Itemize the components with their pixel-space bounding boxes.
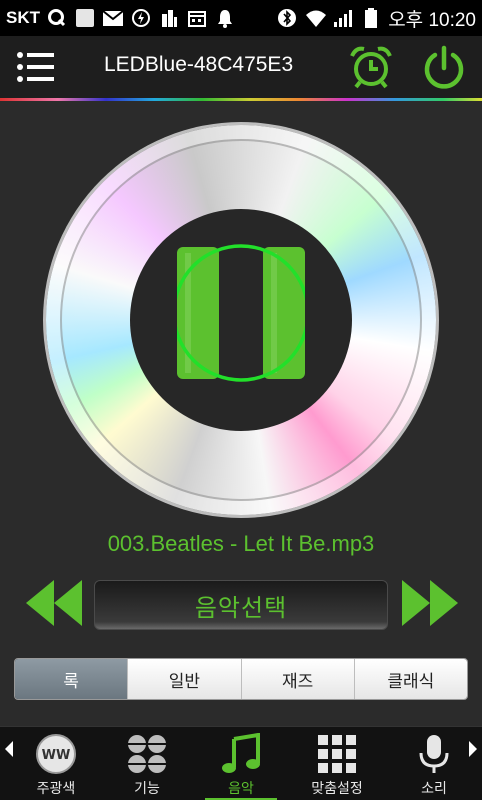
building-icon xyxy=(158,7,180,29)
nav-label: 음악 xyxy=(228,781,254,797)
pause-button[interactable] xyxy=(172,243,310,383)
alarm-button[interactable] xyxy=(348,44,394,90)
power-icon xyxy=(424,45,464,89)
battery-icon xyxy=(360,7,382,29)
battery-saver-icon xyxy=(130,7,152,29)
alarm-clock-icon xyxy=(350,46,392,89)
next-track-button[interactable] xyxy=(402,580,458,626)
bell-icon xyxy=(214,7,236,29)
previous-track-button[interactable] xyxy=(26,580,82,626)
q-app-icon xyxy=(46,7,68,29)
genre-label: 록 xyxy=(63,671,79,692)
notification-square-icon xyxy=(74,7,96,29)
rewind-icon xyxy=(26,580,82,626)
nav-item-custom-settings[interactable]: 맞춤설정 xyxy=(291,727,383,800)
fast-forward-icon xyxy=(402,580,458,626)
mail-icon xyxy=(102,7,124,29)
nav-item-sound[interactable]: 소리 xyxy=(388,727,480,800)
music-player-panel: 003.Beatles - Let It Be.mp3 음악선택 록 일반 재즈… xyxy=(0,101,482,726)
ww-icon: WW xyxy=(35,733,77,775)
app-header: LEDBlue-48C475E3 xyxy=(0,36,482,98)
bluetooth-icon xyxy=(276,7,298,29)
nav-label: 소리 xyxy=(421,781,447,797)
nav-item-daylight[interactable]: WW 주광색 xyxy=(10,727,102,800)
nav-item-function[interactable]: 기능 xyxy=(101,727,193,800)
pause-icon xyxy=(172,244,310,382)
select-music-button[interactable]: 음악선택 xyxy=(94,580,388,630)
clock-time: 오후 10:20 xyxy=(388,9,476,31)
power-button[interactable] xyxy=(420,44,468,92)
microphone-icon xyxy=(413,733,455,775)
nav-label: 맞춤설정 xyxy=(311,781,363,797)
list-menu-icon xyxy=(17,52,54,82)
nav-item-music[interactable]: 음악 xyxy=(195,727,287,800)
genre-segmented-control: 록 일반 재즈 클래식 xyxy=(14,658,468,700)
custom-grid-icon xyxy=(316,733,358,775)
genre-label: 일반 xyxy=(168,671,201,692)
cd-disc xyxy=(46,125,436,515)
genre-label: 재즈 xyxy=(281,671,314,692)
function-grid-icon xyxy=(126,733,168,775)
nav-label: 기능 xyxy=(134,781,160,797)
track-name: 003.Beatles - Let It Be.mp3 xyxy=(107,531,375,556)
ww-badge-text: WW xyxy=(42,748,71,763)
music-note-icon xyxy=(220,733,262,775)
scroll-right-arrow-icon[interactable] xyxy=(467,739,479,759)
menu-button[interactable] xyxy=(16,50,56,84)
bottom-navigation: WW 주광색 기능 음악 맞춤설정 소리 xyxy=(0,726,482,800)
select-music-label: 음악선택 xyxy=(194,593,288,622)
status-bar: SKT 오후 10:20 xyxy=(0,0,482,36)
genre-tab-jazz[interactable]: 재즈 xyxy=(241,659,355,699)
carrier-label: SKT xyxy=(6,8,40,27)
nav-label: 주광색 xyxy=(36,781,76,797)
genre-tab-general[interactable]: 일반 xyxy=(128,659,242,699)
signal-icon xyxy=(332,7,354,29)
wifi-icon xyxy=(304,7,327,29)
genre-tab-rock[interactable]: 록 xyxy=(15,659,129,699)
calendar-icon xyxy=(186,7,208,29)
genre-label: 클래식 xyxy=(387,671,435,692)
genre-tab-classical[interactable]: 클래식 xyxy=(354,659,467,699)
device-name-title: LEDBlue-48C475E3 xyxy=(104,53,294,76)
